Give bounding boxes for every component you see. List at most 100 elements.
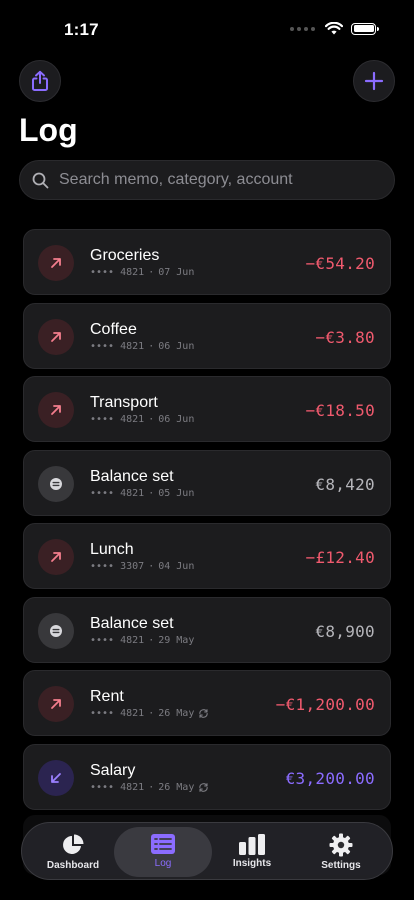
transaction-card: •••• 4821 [90, 267, 145, 278]
transaction-amount: −€18.50 [305, 401, 375, 420]
transaction-title: Transport [90, 394, 158, 411]
transaction-row[interactable]: Lunch •••• 3307 · 04 Jun −£12.40 [23, 523, 391, 589]
transaction-title: Balance set [90, 614, 174, 632]
transaction-meta: •••• 4821 · 26 May [90, 708, 209, 719]
equals-icon [50, 477, 62, 490]
tab-dashboard[interactable]: Dashboard [24, 827, 122, 877]
transaction-amount: −€3.80 [315, 327, 375, 347]
equals-icon [50, 624, 62, 637]
transaction-title: Balance set [90, 467, 174, 485]
arrow-up-right-icon [51, 258, 61, 268]
transaction-row[interactable]: Coffee •••• 4821 · 06 Jun −€3.80 [23, 302, 391, 369]
transaction-amount: €8,420 [315, 474, 375, 494]
share-icon [32, 70, 48, 91]
transaction-type-icon [38, 539, 74, 575]
transaction-type-icon [38, 318, 74, 355]
status-bar: 1:17 [0, 0, 414, 56]
page-title: Log [19, 112, 78, 148]
transaction-card: •••• 4821 [90, 634, 145, 646]
transaction-date: 06 Jun [158, 414, 195, 425]
status-time: 1:17 [64, 20, 99, 39]
repeat-icon [199, 782, 209, 792]
transaction-date: 05 Jun [158, 487, 195, 499]
meta-separator: · [148, 634, 155, 646]
transaction-list: Groceries •••• 4821 · 07 Jun −€54.20 Coffee ••… [23, 229, 391, 817]
transaction-title: Rent [90, 688, 124, 705]
transaction-card: •••• 4821 [90, 414, 145, 425]
tab-bar: Dashboard Log Insights Settings [21, 822, 393, 880]
transaction-row[interactable]: Groceries •••• 4821 · 07 Jun −€54.20 [23, 229, 391, 295]
arrow-down-left-icon [51, 772, 61, 783]
tab-label: Log [154, 858, 172, 869]
add-transaction-button[interactable] [353, 60, 395, 102]
transaction-date: 07 Jun [158, 267, 195, 278]
tab-label: Settings [321, 860, 361, 871]
transaction-amount: −€1,200.00 [275, 695, 375, 714]
tab-settings[interactable]: Settings [292, 827, 390, 877]
tab-label: Dashboard [46, 860, 100, 871]
transaction-type-icon [38, 612, 74, 649]
arrow-up-right-icon [51, 331, 61, 342]
transaction-meta: •••• 4821 · 05 Jun [90, 488, 194, 499]
transaction-date: 29 May [158, 634, 195, 646]
transaction-amount: −£12.40 [305, 548, 375, 567]
transaction-date: 06 Jun [158, 340, 195, 352]
arrow-up-right-icon [51, 552, 61, 562]
transaction-row[interactable]: Balance set •••• 4821 · 05 Jun €8,420 [23, 449, 391, 516]
meta-separator: · [148, 561, 155, 572]
meta-separator: · [148, 414, 155, 425]
transaction-meta: •••• 4821 · 06 Jun [90, 414, 194, 425]
transaction-meta: •••• 4821 · 29 May [90, 635, 194, 646]
transaction-meta: •••• 4821 · 07 Jun [90, 267, 194, 278]
transaction-title: Coffee [90, 320, 137, 338]
transaction-meta: •••• 4821 · 06 Jun [90, 341, 194, 352]
transaction-card: •••• 3307 [90, 561, 145, 572]
signal-dots-icon [290, 26, 315, 31]
transaction-card: •••• 4821 [90, 708, 145, 719]
search-input[interactable] [57, 170, 381, 190]
transaction-row[interactable]: Rent •••• 4821 · 26 May −€1,200.00 [23, 670, 391, 736]
transaction-title: Salary [90, 761, 136, 779]
transaction-meta: •••• 4821 · 26 May [90, 782, 209, 793]
status-icons [290, 22, 379, 35]
transaction-amount: €3,200.00 [285, 768, 375, 788]
tab-log[interactable]: Log [114, 827, 212, 877]
meta-separator: · [148, 487, 155, 499]
transaction-amount: €8,900 [315, 621, 375, 641]
transaction-type-icon [38, 759, 74, 796]
transaction-type-icon [38, 392, 74, 428]
transaction-row[interactable]: Transport •••• 4821 · 06 Jun −€18.50 [23, 376, 391, 442]
meta-separator: · [148, 267, 155, 278]
meta-separator: · [148, 340, 155, 352]
transaction-date: 26 May [158, 781, 195, 793]
search-bar[interactable] [19, 160, 395, 200]
share-button[interactable] [19, 60, 61, 102]
wifi-icon [325, 22, 343, 35]
bar-chart-icon [239, 834, 265, 855]
transaction-date: 04 Jun [158, 561, 195, 572]
meta-separator: · [148, 708, 155, 719]
gear-icon [329, 833, 353, 857]
transaction-card: •••• 4821 [90, 781, 145, 793]
meta-separator: · [148, 781, 155, 793]
list-icon [151, 834, 175, 854]
transaction-meta: •••• 3307 · 04 Jun [90, 561, 194, 572]
arrow-up-right-icon [51, 405, 61, 415]
arrow-up-right-icon [51, 699, 61, 709]
transaction-card: •••• 4821 [90, 340, 145, 352]
transaction-title: Groceries [90, 247, 160, 264]
pie-chart-icon [63, 834, 84, 854]
tab-label: Insights [232, 858, 272, 869]
transaction-row[interactable]: Balance set •••• 4821 · 29 May €8,900 [23, 596, 391, 663]
transaction-amount: −€54.20 [305, 254, 375, 273]
tab-insights[interactable]: Insights [203, 827, 301, 877]
transaction-type-icon [38, 686, 74, 722]
battery-icon [351, 22, 379, 35]
transaction-date: 26 May [158, 708, 195, 719]
transaction-row[interactable]: Salary •••• 4821 · 26 May €3,200.00 [23, 743, 391, 810]
search-icon [32, 172, 49, 188]
transaction-title: Lunch [90, 541, 134, 558]
repeat-icon [199, 709, 209, 718]
transaction-type-icon [38, 465, 74, 502]
plus-icon [364, 71, 384, 91]
